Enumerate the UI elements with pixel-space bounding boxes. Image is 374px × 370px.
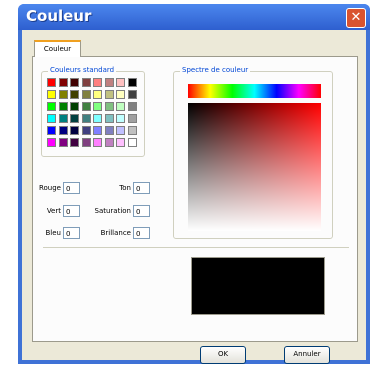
brightness-label: Brillance bbox=[100, 229, 131, 237]
color-swatch[interactable] bbox=[81, 102, 91, 111]
color-dialog: Couleur ✕ Couleur Couleurs standard Roug… bbox=[18, 4, 370, 364]
color-swatch[interactable] bbox=[93, 102, 102, 111]
saturation-label: Saturation bbox=[94, 207, 132, 215]
color-swatch[interactable] bbox=[47, 114, 56, 123]
color-swatch[interactable] bbox=[104, 114, 114, 123]
spectrum-group: Spectre de couleur bbox=[173, 66, 333, 239]
dialog-title: Couleur bbox=[26, 7, 92, 25]
swatch-grid bbox=[47, 78, 139, 150]
color-swatch[interactable] bbox=[58, 90, 68, 99]
color-swatch[interactable] bbox=[116, 102, 125, 111]
red-label: Rouge bbox=[38, 184, 61, 192]
hue-slider[interactable] bbox=[188, 84, 321, 98]
color-swatch[interactable] bbox=[93, 90, 102, 99]
color-swatch[interactable] bbox=[58, 102, 68, 111]
color-swatch[interactable] bbox=[70, 78, 79, 87]
color-swatch[interactable] bbox=[81, 114, 91, 123]
ok-button[interactable]: OK bbox=[200, 346, 246, 364]
title-bar[interactable]: Couleur ✕ bbox=[18, 4, 370, 30]
spectrum-label: Spectre de couleur bbox=[180, 66, 251, 74]
color-swatch[interactable] bbox=[93, 138, 102, 147]
color-swatch[interactable] bbox=[47, 126, 56, 135]
color-swatch[interactable] bbox=[104, 90, 114, 99]
color-swatch[interactable] bbox=[47, 78, 56, 87]
blue-label: Bleu bbox=[45, 229, 62, 237]
color-swatch[interactable] bbox=[104, 138, 114, 147]
color-swatch[interactable] bbox=[116, 78, 125, 87]
saturation-input[interactable]: 0 bbox=[133, 205, 150, 217]
color-swatch[interactable] bbox=[127, 114, 137, 123]
standard-colors-group: Couleurs standard bbox=[41, 66, 145, 157]
color-swatch[interactable] bbox=[104, 126, 114, 135]
green-input[interactable]: 0 bbox=[63, 205, 80, 217]
color-swatch[interactable] bbox=[104, 102, 114, 111]
color-swatch[interactable] bbox=[70, 126, 79, 135]
color-swatch[interactable] bbox=[81, 126, 91, 135]
hue-label: Ton bbox=[119, 184, 131, 192]
color-swatch[interactable] bbox=[93, 114, 102, 123]
color-swatch[interactable] bbox=[70, 114, 79, 123]
close-icon[interactable]: ✕ bbox=[346, 8, 366, 28]
hue-input[interactable]: 0 bbox=[133, 182, 150, 194]
color-preview bbox=[191, 257, 325, 315]
color-swatch[interactable] bbox=[127, 90, 137, 99]
color-swatch[interactable] bbox=[70, 138, 79, 147]
color-swatch[interactable] bbox=[81, 78, 91, 87]
color-swatch[interactable] bbox=[58, 78, 68, 87]
tab-couleur[interactable]: Couleur bbox=[34, 40, 81, 57]
color-swatch[interactable] bbox=[127, 126, 137, 135]
color-swatch[interactable] bbox=[47, 138, 56, 147]
color-swatch[interactable] bbox=[58, 114, 68, 123]
color-swatch[interactable] bbox=[104, 78, 114, 87]
color-swatch[interactable] bbox=[116, 90, 125, 99]
color-spectrum[interactable] bbox=[188, 103, 321, 231]
color-swatch[interactable] bbox=[81, 90, 91, 99]
tab-panel: Couleurs standard Rouge 0 Vert 0 Bleu 0 … bbox=[32, 56, 358, 342]
color-swatch[interactable] bbox=[81, 138, 91, 147]
green-label: Vert bbox=[46, 207, 61, 215]
color-swatch[interactable] bbox=[93, 78, 102, 87]
color-swatch[interactable] bbox=[116, 114, 125, 123]
dialog-body: Couleur Couleurs standard Rouge 0 Vert 0… bbox=[22, 30, 366, 364]
divider bbox=[43, 247, 349, 248]
color-swatch[interactable] bbox=[58, 126, 68, 135]
color-swatch[interactable] bbox=[127, 138, 137, 147]
color-swatch[interactable] bbox=[116, 138, 125, 147]
color-swatch[interactable] bbox=[58, 138, 68, 147]
cancel-button[interactable]: Annuler bbox=[284, 346, 330, 364]
color-swatch[interactable] bbox=[47, 90, 56, 99]
red-input[interactable]: 0 bbox=[63, 182, 80, 194]
color-swatch[interactable] bbox=[70, 90, 79, 99]
color-swatch[interactable] bbox=[93, 126, 102, 135]
color-swatch[interactable] bbox=[127, 78, 137, 87]
standard-colors-label: Couleurs standard bbox=[48, 66, 117, 74]
color-swatch[interactable] bbox=[116, 126, 125, 135]
blue-input[interactable]: 0 bbox=[63, 227, 80, 239]
color-swatch[interactable] bbox=[47, 102, 56, 111]
color-swatch[interactable] bbox=[127, 102, 137, 111]
brightness-input[interactable]: 0 bbox=[133, 227, 150, 239]
color-swatch[interactable] bbox=[70, 102, 79, 111]
